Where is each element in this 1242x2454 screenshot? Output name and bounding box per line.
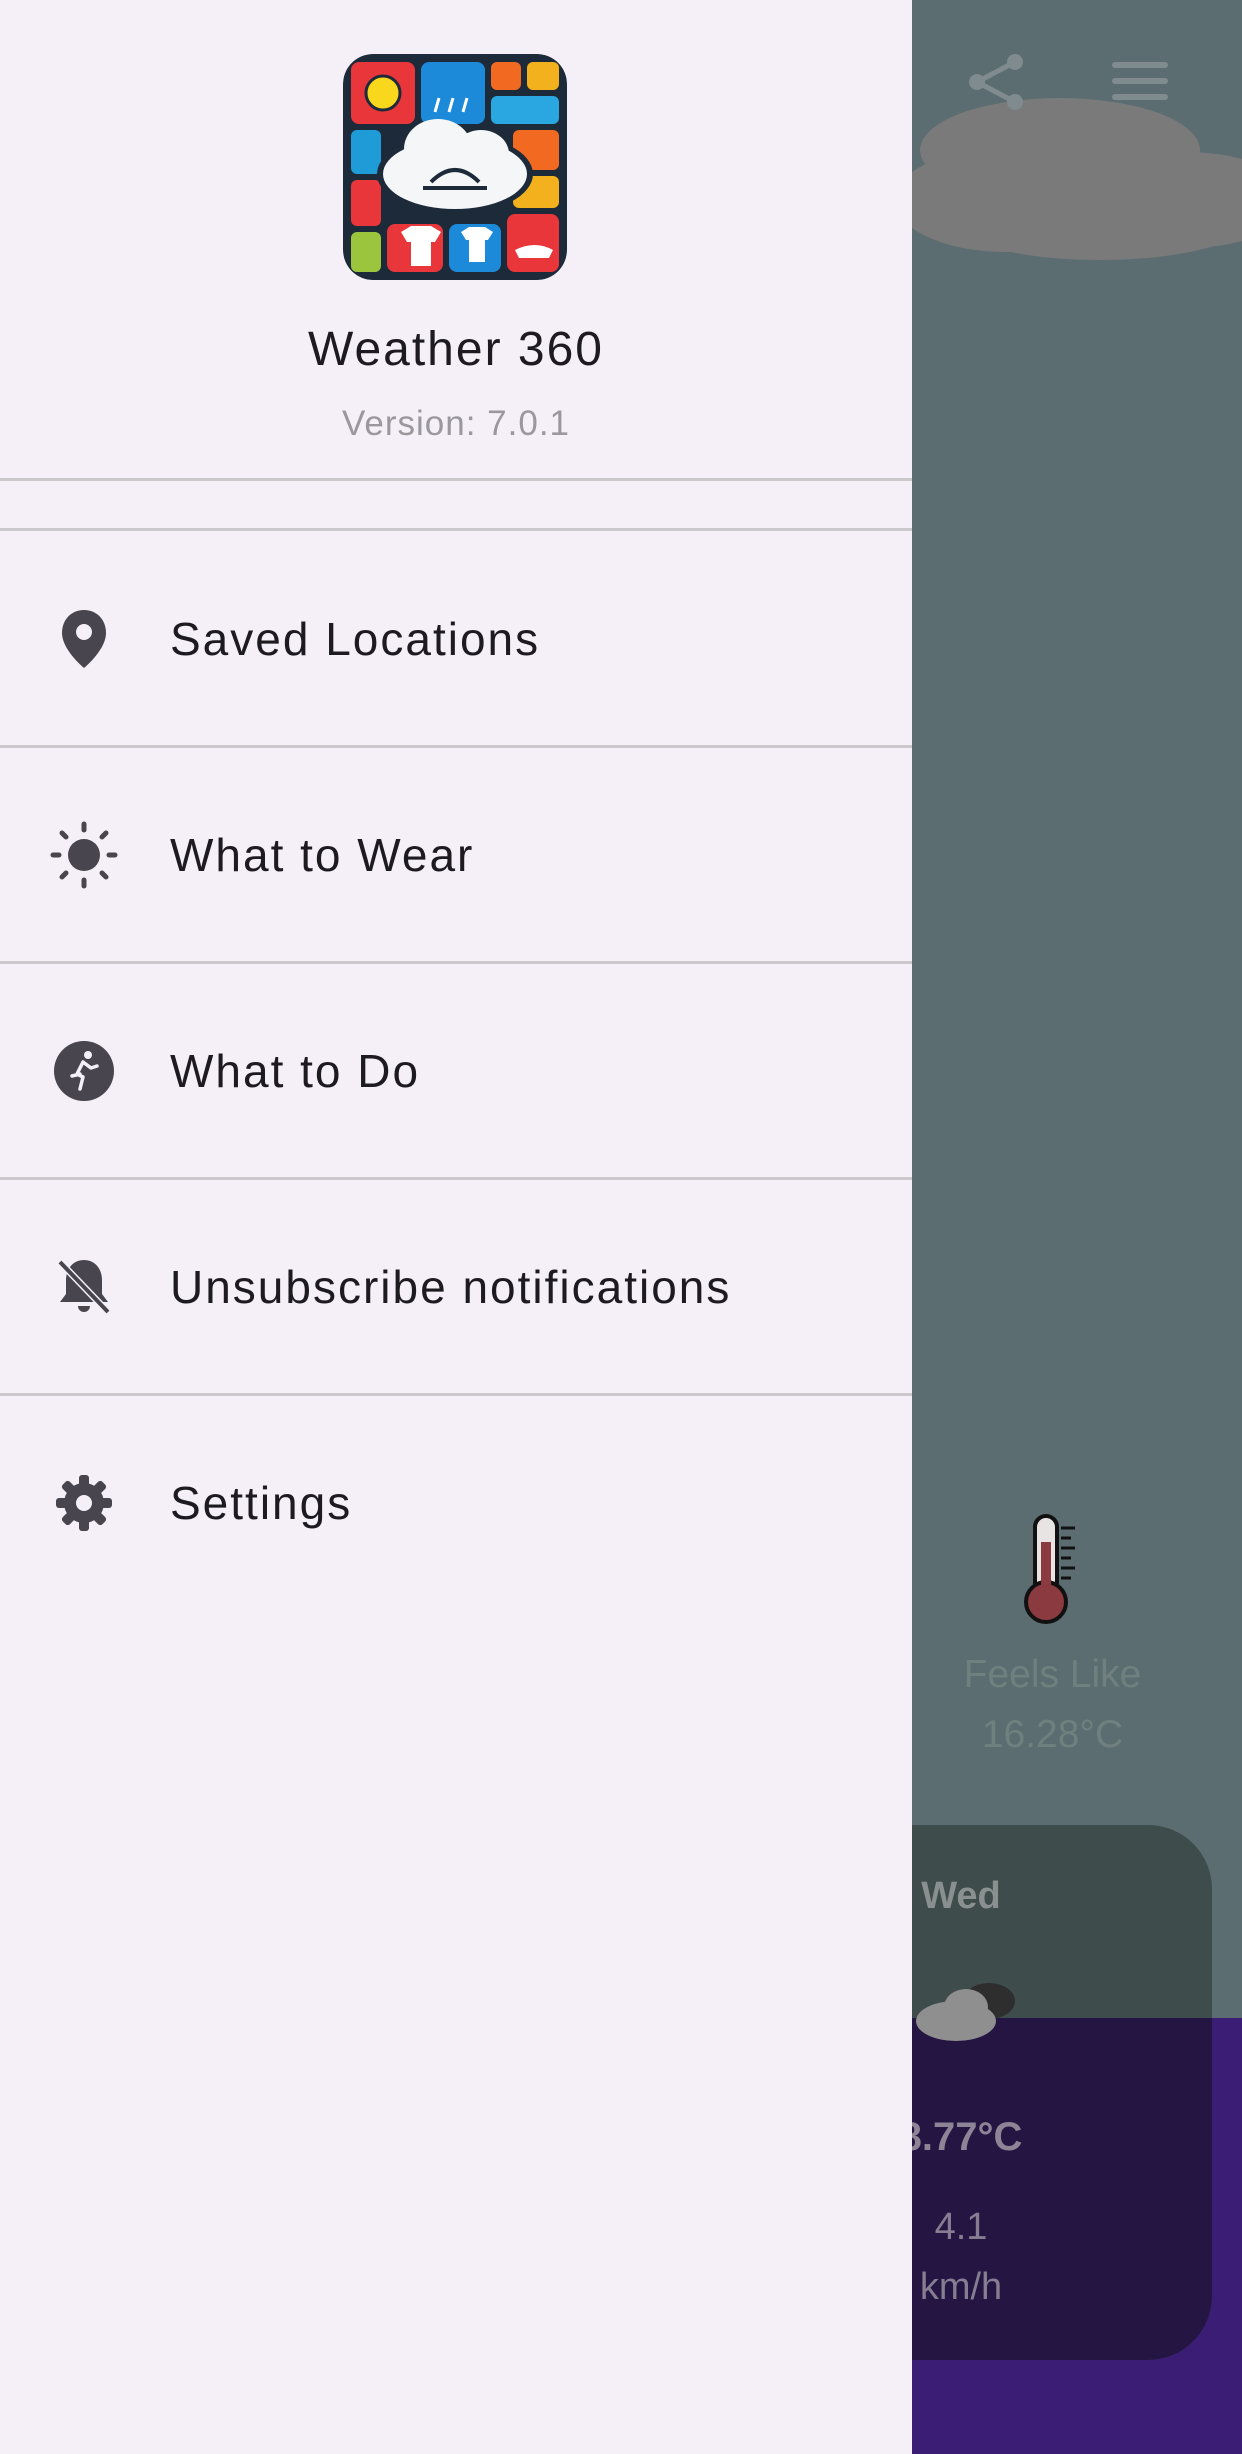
feels-like-label: Feels Like bbox=[963, 1653, 1142, 1696]
navigation-drawer: Weather 360 Version: 7.0.1 Saved Locatio… bbox=[0, 0, 912, 2454]
divider bbox=[0, 1393, 912, 1396]
divider bbox=[0, 1177, 912, 1180]
running-person-icon bbox=[50, 1037, 118, 1105]
menu-item-what-to-wear[interactable]: What to Wear bbox=[0, 749, 912, 961]
sun-icon bbox=[50, 821, 118, 889]
app-logo-icon bbox=[343, 54, 567, 280]
divider bbox=[0, 961, 912, 964]
divider bbox=[0, 528, 912, 531]
feels-like-value: 16.28°C bbox=[981, 1713, 1124, 1756]
menu-item-label: What to Wear bbox=[170, 829, 475, 881]
menu-item-label: What to Do bbox=[170, 1045, 421, 1097]
divider bbox=[0, 478, 912, 481]
menu-item-what-to-do[interactable]: What to Do bbox=[0, 965, 912, 1177]
feels-like: Feels Like 16.28°C bbox=[920, 1645, 1185, 1765]
menu-item-label: Saved Locations bbox=[170, 613, 541, 665]
app-version: Version: 7.0.1 bbox=[341, 404, 571, 443]
location-pin-icon bbox=[50, 605, 118, 673]
app-title: Weather 360 bbox=[308, 323, 604, 376]
menu-item-label: Unsubscribe notifications bbox=[170, 1261, 732, 1313]
menu-item-label: Settings bbox=[170, 1477, 353, 1529]
gear-icon bbox=[50, 1469, 118, 1537]
menu-item-unsubscribe-notifications[interactable]: Unsubscribe notifications bbox=[0, 1181, 912, 1393]
thermometer-icon bbox=[1024, 1514, 1075, 1624]
share-icon[interactable] bbox=[965, 52, 1027, 112]
hamburger-menu-icon[interactable] bbox=[1112, 62, 1168, 102]
cloudy-night-icon bbox=[916, 1983, 1015, 2041]
menu-item-settings[interactable]: Settings bbox=[0, 1397, 912, 1609]
divider bbox=[0, 745, 912, 748]
cloud-icon bbox=[900, 98, 1242, 260]
drawer-header: Weather 360 Version: 7.0.1 bbox=[0, 0, 912, 481]
notifications-off-icon bbox=[50, 1253, 118, 1321]
menu-item-saved-locations[interactable]: Saved Locations bbox=[0, 533, 912, 745]
